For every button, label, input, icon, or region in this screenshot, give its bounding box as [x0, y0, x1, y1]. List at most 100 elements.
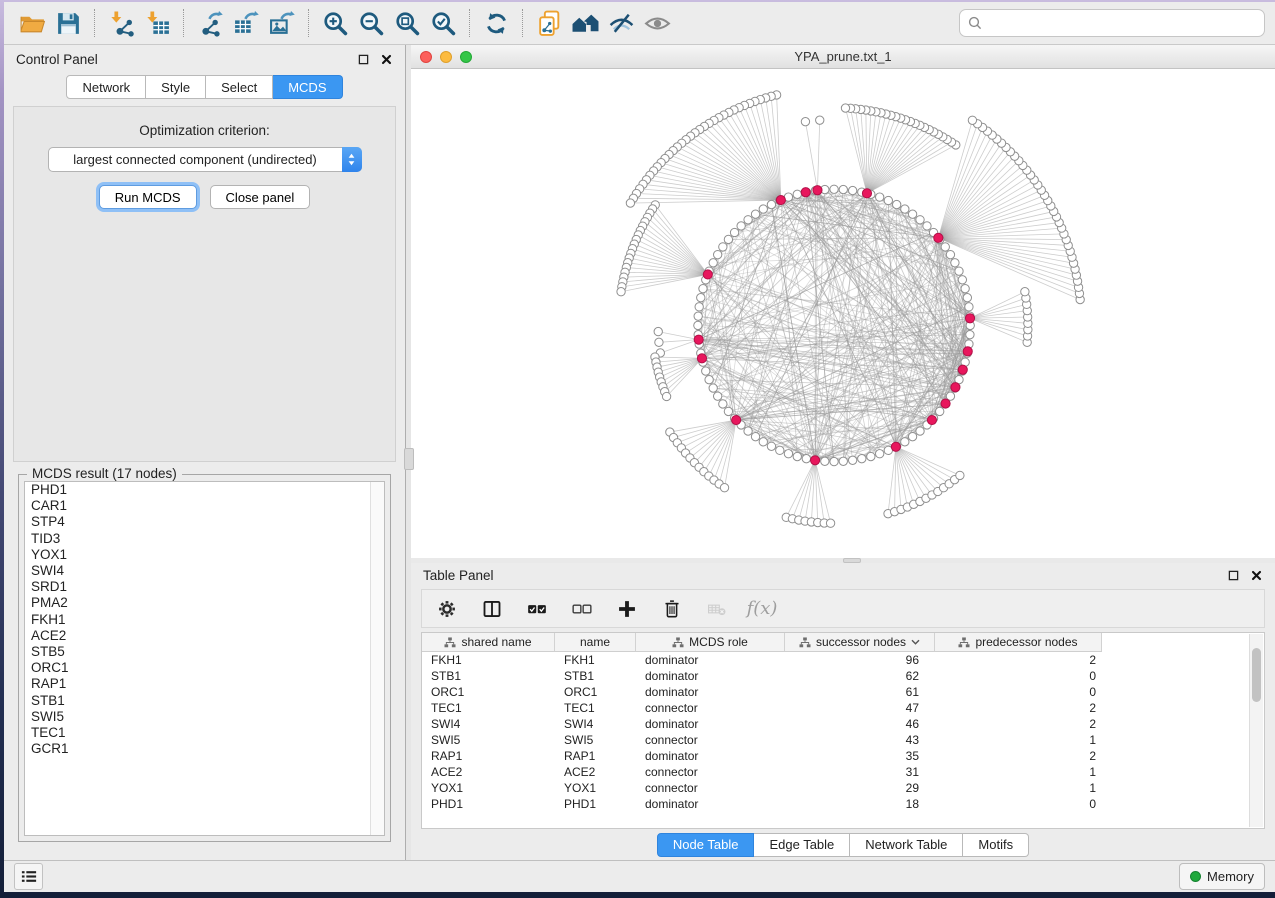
close-panel-button-mcds[interactable]: Close panel [210, 185, 311, 209]
hide-panels-button[interactable] [603, 6, 639, 40]
column-visibility-button[interactable] [480, 597, 504, 621]
table-cell: FKH1 [555, 653, 636, 667]
zoom-fit-button[interactable] [389, 6, 425, 40]
save-session-button[interactable] [50, 6, 86, 40]
main-toolbar [4, 2, 1275, 45]
tab-style[interactable]: Style [146, 75, 206, 99]
table-scrollbar-thumb[interactable] [1252, 648, 1261, 702]
table-cell: 0 [935, 685, 1102, 699]
mcds-result-item[interactable]: STB1 [25, 693, 384, 709]
table-row[interactable]: ORC1ORC1dominator610 [422, 684, 1250, 700]
vertical-splitter[interactable] [405, 45, 411, 860]
table-cell: 29 [785, 781, 935, 795]
open-session-button[interactable] [14, 6, 50, 40]
mcds-result-item[interactable]: ORC1 [25, 660, 384, 676]
column-header-name[interactable]: name [555, 633, 636, 652]
table-settings-button[interactable] [435, 597, 459, 621]
mcds-result-item[interactable]: STB5 [25, 644, 384, 660]
column-header-label: successor nodes [816, 635, 906, 649]
tab-network[interactable]: Network [66, 75, 146, 99]
task-history-button[interactable] [14, 863, 43, 890]
optimization-criterion-select[interactable]: largest connected component (undirected) [48, 147, 362, 172]
table-row[interactable]: STB1STB1dominator620 [422, 668, 1250, 684]
mcds-result-item[interactable]: ACE2 [25, 628, 384, 644]
mcds-result-item[interactable]: SRD1 [25, 579, 384, 595]
delete-column-button[interactable] [660, 597, 684, 621]
import-table-button[interactable] [139, 6, 175, 40]
column-header-MCDS-role[interactable]: MCDS role [636, 633, 785, 652]
mcds-list-scrollbar[interactable] [370, 482, 384, 835]
table-row[interactable]: ACE2ACE2connector311 [422, 764, 1250, 780]
table-row[interactable]: PHD1PHD1dominator180 [422, 796, 1250, 812]
tab-node-table[interactable]: Node Table [657, 833, 755, 857]
tab-motifs[interactable]: Motifs [963, 833, 1029, 857]
add-column-button[interactable] [615, 597, 639, 621]
mcds-result-item[interactable]: TID3 [25, 531, 384, 547]
duplicate-network-button[interactable] [531, 6, 567, 40]
mcds-result-item[interactable]: CAR1 [25, 498, 384, 514]
table-cell: connector [636, 781, 785, 795]
table-row[interactable]: YOX1YOX1connector291 [422, 780, 1250, 796]
column-header-predecessor-nodes[interactable]: predecessor nodes [935, 633, 1102, 652]
select-all-rows-button[interactable] [525, 597, 549, 621]
mcds-result-item[interactable]: GCR1 [25, 741, 384, 757]
application-window: Control Panel NetworkStyleSelectMCDS Opt… [4, 2, 1275, 892]
tab-network-table[interactable]: Network Table [850, 833, 963, 857]
export-network-button[interactable] [192, 6, 228, 40]
search-input[interactable] [988, 15, 1256, 32]
memory-button[interactable]: Memory [1179, 863, 1265, 890]
mcds-result-item[interactable]: FKH1 [25, 612, 384, 628]
import-network-icon [108, 10, 135, 37]
tab-select[interactable]: Select [206, 75, 273, 99]
mcds-result-item[interactable]: YOX1 [25, 547, 384, 563]
table-row[interactable]: FKH1FKH1dominator962 [422, 652, 1250, 668]
splitter-handle-horizontal[interactable] [843, 558, 861, 563]
table-row[interactable]: SWI4SWI4dominator462 [422, 716, 1250, 732]
zoom-out-button[interactable] [353, 6, 389, 40]
column-header-shared-name[interactable]: shared name [422, 633, 555, 652]
minimize-window-button[interactable] [440, 51, 452, 63]
table-cell: 46 [785, 717, 935, 731]
column-header-label: name [580, 635, 610, 649]
mcds-result-item[interactable]: PMA2 [25, 595, 384, 611]
refresh-network-button[interactable] [478, 6, 514, 40]
table-cell: dominator [636, 669, 785, 683]
run-mcds-button[interactable]: Run MCDS [99, 185, 197, 209]
network-graph[interactable] [411, 69, 1275, 558]
memory-status-icon [1190, 871, 1201, 882]
float-table-panel-button[interactable] [1227, 569, 1240, 582]
table-cell: 18 [785, 797, 935, 811]
close-table-panel-button[interactable] [1250, 569, 1263, 582]
export-image-button[interactable] [264, 6, 300, 40]
zoom-in-button[interactable] [317, 6, 353, 40]
horizontal-splitter[interactable] [411, 558, 1275, 563]
close-panel-button[interactable] [380, 53, 393, 66]
tab-mcds[interactable]: MCDS [273, 75, 342, 99]
mcds-result-item[interactable]: SWI5 [25, 709, 384, 725]
mcds-result-item[interactable]: RAP1 [25, 676, 384, 692]
tab-edge-table[interactable]: Edge Table [754, 833, 850, 857]
column-header-successor-nodes[interactable]: successor nodes [785, 633, 935, 652]
mcds-result-item[interactable]: SWI4 [25, 563, 384, 579]
show-all-networks-button[interactable] [567, 6, 603, 40]
mcds-result-item[interactable]: STP4 [25, 514, 384, 530]
deselect-all-rows-button[interactable] [570, 597, 594, 621]
show-panels-button[interactable] [639, 6, 675, 40]
mcds-result-item[interactable]: TEC1 [25, 725, 384, 741]
import-network-button[interactable] [103, 6, 139, 40]
maximize-window-button[interactable] [460, 51, 472, 63]
table-cell: STB1 [422, 669, 555, 683]
main-area: Control Panel NetworkStyleSelectMCDS Opt… [4, 45, 1275, 860]
table-row[interactable]: SWI5SWI5connector431 [422, 732, 1250, 748]
close-window-button[interactable] [420, 51, 432, 63]
table-row[interactable]: TEC1TEC1connector472 [422, 700, 1250, 716]
export-table-button[interactable] [228, 6, 264, 40]
zoom-selected-button[interactable] [425, 6, 461, 40]
splitter-handle[interactable] [404, 448, 414, 470]
table-cell: 43 [785, 733, 935, 747]
mcds-result-item[interactable]: PHD1 [25, 482, 384, 498]
table-cell: FKH1 [422, 653, 555, 667]
float-panel-button[interactable] [357, 53, 370, 66]
table-row[interactable]: RAP1RAP1dominator352 [422, 748, 1250, 764]
table-cell: SWI5 [555, 733, 636, 747]
